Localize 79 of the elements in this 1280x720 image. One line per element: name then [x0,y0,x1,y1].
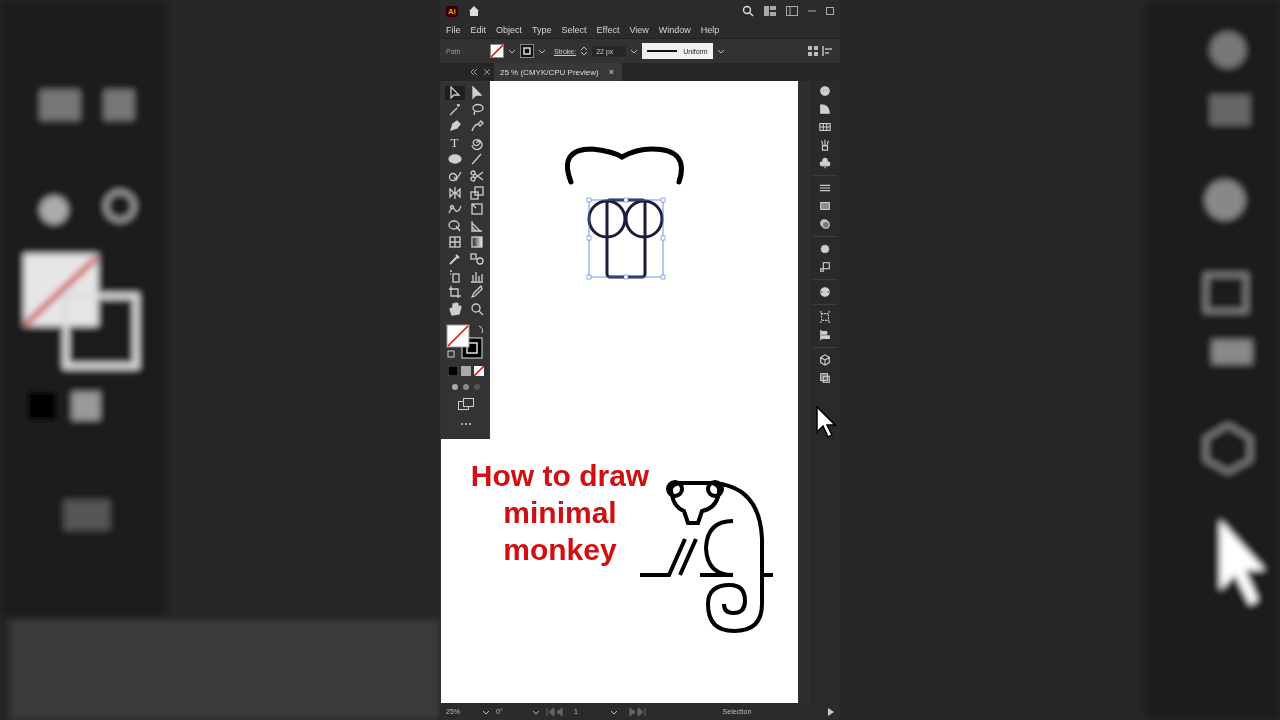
zoom-icon[interactable] [469,301,484,316]
perspective-grid-icon[interactable] [469,218,484,233]
video-title: How to draw minimal monkey [469,458,651,568]
workspace-icon[interactable] [764,6,776,16]
caret-icon[interactable] [508,47,516,55]
menu-item[interactable]: Help [700,25,720,35]
arrange-icon[interactable] [808,46,818,56]
gradient-icon[interactable] [819,200,831,212]
gradient-icon[interactable] [460,365,471,376]
pen-icon[interactable] [447,119,462,134]
ellipse-icon[interactable] [447,152,462,167]
caret-icon[interactable] [538,47,546,55]
fill-swatch[interactable] [490,44,504,58]
blend-icon[interactable] [469,251,484,266]
eyedropper-icon[interactable] [447,251,462,266]
shape-builder-icon[interactable] [447,218,462,233]
brushes-icon[interactable] [819,139,831,151]
free-transform-icon[interactable] [469,202,484,217]
play-icon[interactable] [828,707,834,716]
home-icon[interactable] [468,5,480,17]
scroll-bar[interactable] [798,81,810,703]
screen-mode-icon[interactable] [457,397,474,410]
reflect-icon[interactable] [447,185,462,200]
corner-icon[interactable] [819,103,831,115]
cursor-icon [815,406,837,438]
type-tool[interactable]: T [444,135,465,150]
layers-icon[interactable] [819,372,831,384]
caret-icon[interactable] [716,47,725,55]
menu-item[interactable]: Object [496,25,523,35]
menu-item[interactable]: Select [561,25,587,35]
maximize-icon[interactable] [826,7,834,15]
more-icon[interactable] [459,421,472,426]
tab-close-button[interactable]: × [608,67,614,77]
draw-modes-icon[interactable] [450,381,481,392]
align-icon[interactable] [819,329,831,341]
menu-item[interactable]: Window [658,25,691,35]
brush-icon[interactable] [469,152,484,167]
minimize-icon[interactable] [808,7,816,15]
align-icon[interactable] [822,46,834,56]
spinner-icon[interactable] [580,45,589,57]
stroke-swatch[interactable] [520,44,534,58]
gradient-icon[interactable] [469,235,484,250]
cube-icon[interactable] [819,354,831,366]
magic-wand-icon[interactable] [447,102,462,117]
hand-icon[interactable] [447,301,462,316]
lasso-icon[interactable] [469,102,484,117]
sphere-icon[interactable] [819,286,831,298]
none-icon[interactable] [473,365,484,376]
menu-item[interactable]: View [629,25,649,35]
menu-item[interactable]: Edit [470,25,487,35]
menu-icon[interactable] [819,182,831,194]
sun-icon[interactable] [819,243,831,255]
close-icon[interactable] [484,69,490,75]
arrow-icon[interactable] [447,86,462,100]
mesh-icon[interactable] [447,235,462,250]
panel-icon[interactable] [786,6,798,16]
swatches-icon[interactable] [819,121,831,133]
document-tab[interactable]: 25 % (CMYK/CPU Preview) × [494,63,622,81]
caret-icon[interactable] [630,47,639,55]
search-icon[interactable] [742,5,754,17]
scissors-icon[interactable] [469,168,484,183]
pen-icon[interactable] [469,119,484,134]
menu-item[interactable]: File [446,25,461,35]
collapse-icon[interactable] [470,69,478,75]
scale-icon[interactable] [469,185,484,200]
palette-icon[interactable] [819,85,831,97]
symbol-sprayer-icon[interactable] [447,268,462,283]
color-icon[interactable] [447,365,458,376]
circles-icon[interactable] [819,218,831,230]
squares-icon[interactable] [819,261,831,273]
fill-stroke-icon[interactable] [445,323,486,360]
artboard-icon[interactable] [447,285,462,300]
arrow-icon[interactable] [469,86,484,100]
menu-item[interactable]: Effect [596,25,620,35]
knife-icon[interactable] [469,285,484,300]
transform-icon[interactable] [819,311,831,323]
club-icon[interactable] [819,157,831,169]
app-logo[interactable]: Ai [446,5,458,17]
menu-item[interactable]: Type [532,25,552,35]
